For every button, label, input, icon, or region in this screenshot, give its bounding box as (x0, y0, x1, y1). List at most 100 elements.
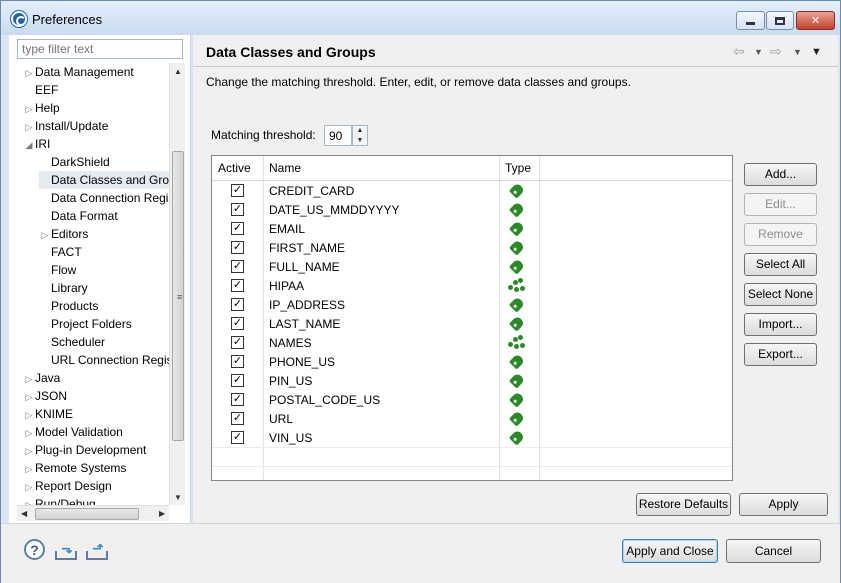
tree-item[interactable]: ▷ KNIME (23, 405, 73, 423)
table-row[interactable]: ✓ NAMES (212, 333, 732, 352)
expanded-twisty-icon[interactable]: ◢ (23, 136, 35, 154)
column-header-active[interactable]: Active (212, 156, 263, 180)
minimize-button[interactable] (736, 11, 765, 30)
tree-item[interactable]: DarkShield (39, 153, 110, 171)
filter-input[interactable] (17, 39, 183, 59)
table-row[interactable]: ✓ IP_ADDRESS (212, 295, 732, 314)
scroll-left-icon[interactable]: ◀ (21, 509, 27, 518)
tree-vertical-scrollbar[interactable]: ▲ ≡ ▼ (169, 63, 185, 505)
table-row[interactable]: ✓ LAST_NAME (212, 314, 732, 333)
active-checkbox[interactable]: ✓ (231, 374, 244, 387)
tree-item[interactable]: Project Folders (39, 315, 132, 333)
tree-item[interactable]: URL Connection Registry (39, 351, 169, 369)
collapsed-twisty-icon[interactable]: ▷ (23, 388, 35, 406)
active-checkbox[interactable]: ✓ (231, 203, 244, 216)
active-checkbox[interactable]: ✓ (231, 184, 244, 197)
collapsed-twisty-icon[interactable]: ▷ (23, 424, 35, 442)
scroll-thumb[interactable]: ≡ (172, 151, 184, 441)
table-row[interactable]: ✓ CREDIT_CARD (212, 181, 732, 200)
tree-item[interactable]: ◢ IRI (23, 135, 51, 154)
edit-button[interactable]: Edit... (744, 193, 817, 216)
column-header-type[interactable]: Type (499, 156, 539, 180)
tree-item[interactable]: ▷ Remote Systems (23, 459, 127, 478)
help-icon[interactable]: ? (24, 539, 45, 560)
collapsed-twisty-icon[interactable]: ▷ (39, 226, 51, 244)
tree-item[interactable]: ▷ Editors (39, 225, 89, 244)
tree-item[interactable]: Data Classes and Groups (39, 171, 169, 189)
collapsed-twisty-icon[interactable]: ▷ (23, 100, 35, 118)
collapsed-twisty-icon[interactable]: ▷ (23, 478, 35, 496)
hscroll-thumb[interactable] (35, 508, 139, 520)
table-row[interactable]: ✓ PIN_US (212, 371, 732, 390)
scroll-up-icon[interactable]: ▲ (174, 67, 182, 76)
table-row[interactable]: ✓ POSTAL_CODE_US (212, 390, 732, 409)
remove-button[interactable]: Remove (744, 223, 817, 246)
export-button[interactable]: Export... (744, 343, 817, 366)
column-header-name[interactable]: Name (263, 156, 499, 180)
tree-item[interactable]: Flow (39, 261, 76, 279)
export-icon[interactable]: ⬏ (86, 540, 110, 560)
collapsed-twisty-icon[interactable]: ▷ (23, 406, 35, 424)
threshold-spinner[interactable]: ▲ ▼ (352, 125, 368, 146)
tree-item[interactable]: ▷ Java (23, 369, 61, 388)
maximize-button[interactable] (766, 11, 794, 30)
table-row[interactable]: ✓ VIN_US (212, 428, 732, 447)
table-row[interactable]: ✓ URL (212, 409, 732, 428)
select-all-button[interactable]: Select All (744, 253, 817, 276)
view-menu-icon[interactable]: ▼ (811, 46, 822, 58)
apply-button[interactable]: Apply (739, 493, 828, 516)
table-row[interactable]: ✓ FULL_NAME (212, 257, 732, 276)
tree-horizontal-scrollbar[interactable]: ◀ ▶ (17, 505, 169, 521)
tree-item[interactable]: Products (39, 297, 98, 315)
tree-item[interactable]: ▷ Install/Update (23, 117, 109, 136)
tree-item[interactable]: ▷ JSON (23, 387, 67, 405)
import-icon[interactable]: ⬎ (55, 540, 79, 560)
tree-item[interactable]: ▷ Run/Debug (23, 495, 96, 505)
active-checkbox[interactable]: ✓ (231, 393, 244, 406)
collapsed-twisty-icon[interactable]: ▷ (23, 442, 35, 460)
tree-item[interactable]: FACT (39, 243, 82, 261)
import-button[interactable]: Import... (744, 313, 817, 336)
tree-item[interactable]: Scheduler (39, 333, 105, 351)
collapsed-twisty-icon[interactable]: ▷ (23, 496, 35, 505)
tree-item[interactable]: ▷ Data Management (23, 63, 134, 81)
tree-item[interactable]: ▷ Model Validation (23, 423, 123, 441)
active-checkbox[interactable]: ✓ (231, 317, 244, 330)
threshold-input[interactable]: 90 (324, 125, 352, 146)
active-checkbox[interactable]: ✓ (231, 279, 244, 292)
tree-item[interactable]: EEF (23, 81, 58, 99)
scroll-down-icon[interactable]: ▼ (174, 493, 182, 502)
active-checkbox[interactable]: ✓ (231, 298, 244, 311)
tree-item[interactable]: ▷ Help (23, 99, 60, 117)
restore-defaults-button[interactable]: Restore Defaults (636, 493, 731, 516)
scroll-right-icon[interactable]: ▶ (159, 509, 165, 518)
cancel-button[interactable]: Cancel (726, 539, 821, 563)
active-checkbox[interactable]: ✓ (231, 431, 244, 444)
tree-item[interactable]: Data Format (39, 207, 118, 225)
close-button[interactable]: ✕ (796, 11, 835, 30)
apply-and-close-button[interactable]: Apply and Close (622, 539, 718, 563)
tree-item[interactable]: Data Connection Registry (39, 189, 169, 207)
table-row[interactable]: ✓ EMAIL (212, 219, 732, 238)
active-checkbox[interactable]: ✓ (231, 222, 244, 235)
active-checkbox[interactable]: ✓ (231, 412, 244, 425)
spin-down-icon[interactable]: ▼ (353, 136, 367, 146)
active-checkbox[interactable]: ✓ (231, 336, 244, 349)
active-checkbox[interactable]: ✓ (231, 241, 244, 254)
tree-item[interactable]: ▷ Plug-in Development (23, 441, 147, 460)
table-row[interactable]: ✓ PHONE_US (212, 352, 732, 371)
forward-menu-icon[interactable]: ▼ (793, 47, 802, 57)
tree-item[interactable]: ▷ Report Design (23, 477, 112, 495)
forward-arrow-icon[interactable]: ⇨ (770, 43, 782, 60)
collapsed-twisty-icon[interactable]: ▷ (23, 370, 35, 388)
collapsed-twisty-icon[interactable]: ▷ (23, 64, 35, 82)
add-button[interactable]: Add... (744, 163, 817, 186)
table-row[interactable]: ✓ FIRST_NAME (212, 238, 732, 257)
spin-up-icon[interactable]: ▲ (353, 126, 367, 136)
active-checkbox[interactable]: ✓ (231, 355, 244, 368)
table-row[interactable]: ✓ HIPAA (212, 276, 732, 295)
collapsed-twisty-icon[interactable]: ▷ (23, 460, 35, 478)
collapsed-twisty-icon[interactable]: ▷ (23, 118, 35, 136)
back-arrow-icon[interactable]: ⇦ (733, 43, 745, 60)
select-none-button[interactable]: Select None (744, 283, 817, 306)
